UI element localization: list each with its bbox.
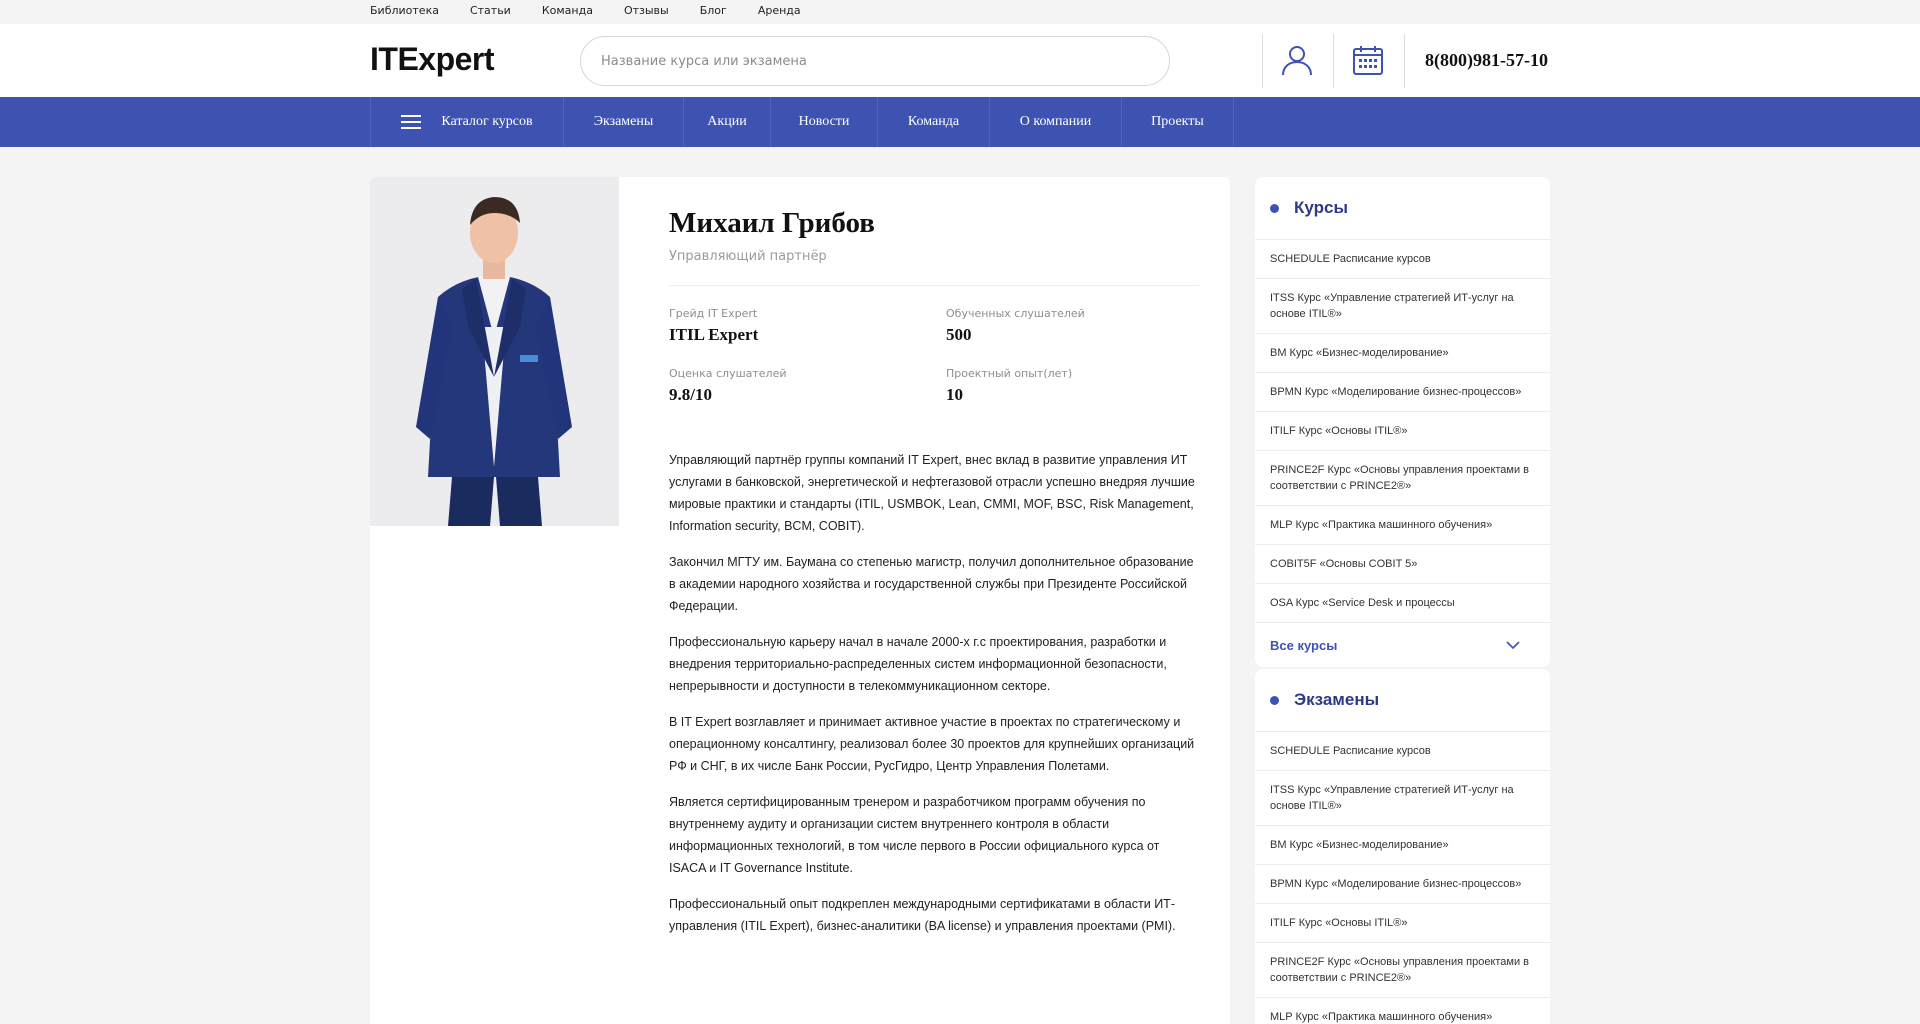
courses-panel-header: Курсы xyxy=(1255,177,1550,239)
exam-link[interactable]: BM Курс «Бизнес-моделирование» xyxy=(1255,825,1550,864)
exam-link[interactable]: MLP Курс «Практика машинного обучения» xyxy=(1255,997,1550,1024)
stat-grade-label: Грейд IT Expert xyxy=(669,307,758,320)
top-link-library[interactable]: Библиотека xyxy=(370,4,439,17)
exam-link[interactable]: BPMN Курс «Моделирование бизнес-процессо… xyxy=(1255,864,1550,903)
stat-rating-label: Оценка слушателей xyxy=(669,367,787,380)
nav-team[interactable]: Команда xyxy=(878,97,990,147)
site-header: ITExpert 8(800)981-57-10 xyxy=(0,24,1920,97)
stat-experience-value: 10 xyxy=(946,385,963,404)
top-link-articles[interactable]: Статьи xyxy=(470,4,511,17)
course-link[interactable]: ITILF Курс «Основы ITIL®» xyxy=(1255,411,1550,450)
profile-name: Михаил Грибов xyxy=(669,207,875,239)
bullet-icon xyxy=(1270,203,1279,213)
bio-paragraph: Является сертифицированным тренером и ра… xyxy=(669,795,1160,875)
header-divider xyxy=(1333,34,1334,88)
course-link[interactable]: MLP Курс «Практика машинного обучения» xyxy=(1255,505,1550,544)
stat-students-value: 500 xyxy=(946,325,972,344)
site-logo[interactable]: ITExpert xyxy=(370,41,495,78)
stat-experience-label: Проектный опыт(лет) xyxy=(946,367,1073,380)
chevron-down-icon xyxy=(1506,640,1520,649)
bullet-icon xyxy=(1270,695,1279,705)
phone-number[interactable]: 8(800)981-57-10 xyxy=(1425,50,1548,71)
nav-promos[interactable]: Акции xyxy=(684,97,771,147)
courses-panel: Курсы SCHEDULE Расписание курсов ITSS Ку… xyxy=(1255,177,1550,667)
exam-link[interactable]: PRINCE2F Курс «Основы управления проекта… xyxy=(1255,942,1550,997)
profile-bio: Управляющий партнёр группы компаний IT E… xyxy=(669,449,1199,951)
top-link-reviews[interactable]: Отзывы xyxy=(624,4,669,17)
exams-panel: Экзамены SCHEDULE Расписание курсов ITSS… xyxy=(1255,669,1550,1024)
stat-students-label: Обученных слушателей xyxy=(946,307,1085,320)
exam-link[interactable]: SCHEDULE Расписание курсов xyxy=(1255,731,1550,770)
nav-catalog[interactable]: Каталог курсов xyxy=(370,97,564,147)
profile-role: Управляющий партнёр xyxy=(669,249,827,264)
top-link-blog[interactable]: Блог xyxy=(700,4,727,17)
header-divider xyxy=(1262,34,1263,88)
profile-card: Михаил Грибов Управляющий партнёр Грейд … xyxy=(370,177,1230,1024)
course-link[interactable]: BPMN Курс «Моделирование бизнес-процессо… xyxy=(1255,372,1550,411)
profile-photo xyxy=(370,177,619,526)
bio-paragraph: В IT Expert возглавляет и принимает акти… xyxy=(669,715,1195,773)
exams-panel-title: Экзамены xyxy=(1294,690,1380,709)
menu-icon xyxy=(401,115,422,129)
user-icon[interactable] xyxy=(1275,38,1319,82)
course-link[interactable]: BM Курс «Бизнес-моделирование» xyxy=(1255,333,1550,372)
stat-rating-value: 9.8/10 xyxy=(669,385,712,404)
nav-catalog-label: Каталог курсов xyxy=(441,114,533,129)
stat-grade-value: ITIL Expert xyxy=(669,325,759,344)
course-link[interactable]: COBIT5F «Основы COBIT 5» xyxy=(1255,544,1550,583)
course-link[interactable]: SCHEDULE Расписание курсов xyxy=(1255,239,1550,278)
nav-news[interactable]: Новости xyxy=(771,97,878,147)
courses-panel-title: Курсы xyxy=(1294,198,1348,217)
exams-panel-header: Экзамены xyxy=(1255,669,1550,731)
bio-paragraph: Закончил МГТУ им. Баумана со степенью ма… xyxy=(669,555,1194,613)
nav-exams[interactable]: Экзамены xyxy=(564,97,684,147)
main-nav: Каталог курсов Экзамены Акции Новости Ко… xyxy=(0,97,1920,147)
all-courses-button[interactable]: Все курсы xyxy=(1255,622,1550,667)
course-link[interactable]: OSA Курс «Service Desk и процессы xyxy=(1255,583,1550,622)
exam-link[interactable]: ITSS Курс «Управление стратегией ИТ-услу… xyxy=(1255,770,1550,825)
divider xyxy=(669,285,1199,286)
course-link[interactable]: PRINCE2F Курс «Основы управления проекта… xyxy=(1255,450,1550,505)
calendar-icon[interactable] xyxy=(1346,38,1390,82)
nav-projects[interactable]: Проекты xyxy=(1122,97,1234,147)
bio-paragraph: Профессиональный опыт подкреплен междуна… xyxy=(669,897,1176,933)
bio-paragraph: Профессиональную карьеру начал в начале … xyxy=(669,635,1167,693)
top-link-rent[interactable]: Аренда xyxy=(758,4,801,17)
exam-link[interactable]: ITILF Курс «Основы ITIL®» xyxy=(1255,903,1550,942)
nav-about[interactable]: О компании xyxy=(990,97,1122,147)
bio-paragraph: Управляющий партнёр группы компаний IT E… xyxy=(669,453,1195,533)
search-input[interactable] xyxy=(580,36,1170,86)
header-divider xyxy=(1404,34,1405,88)
top-links-bar: Библиотека Статьи Команда Отзывы Блог Ар… xyxy=(0,0,1920,24)
course-link[interactable]: ITSS Курс «Управление стратегией ИТ-услу… xyxy=(1255,278,1550,333)
all-courses-label: Все курсы xyxy=(1270,637,1338,653)
top-link-team[interactable]: Команда xyxy=(542,4,593,17)
